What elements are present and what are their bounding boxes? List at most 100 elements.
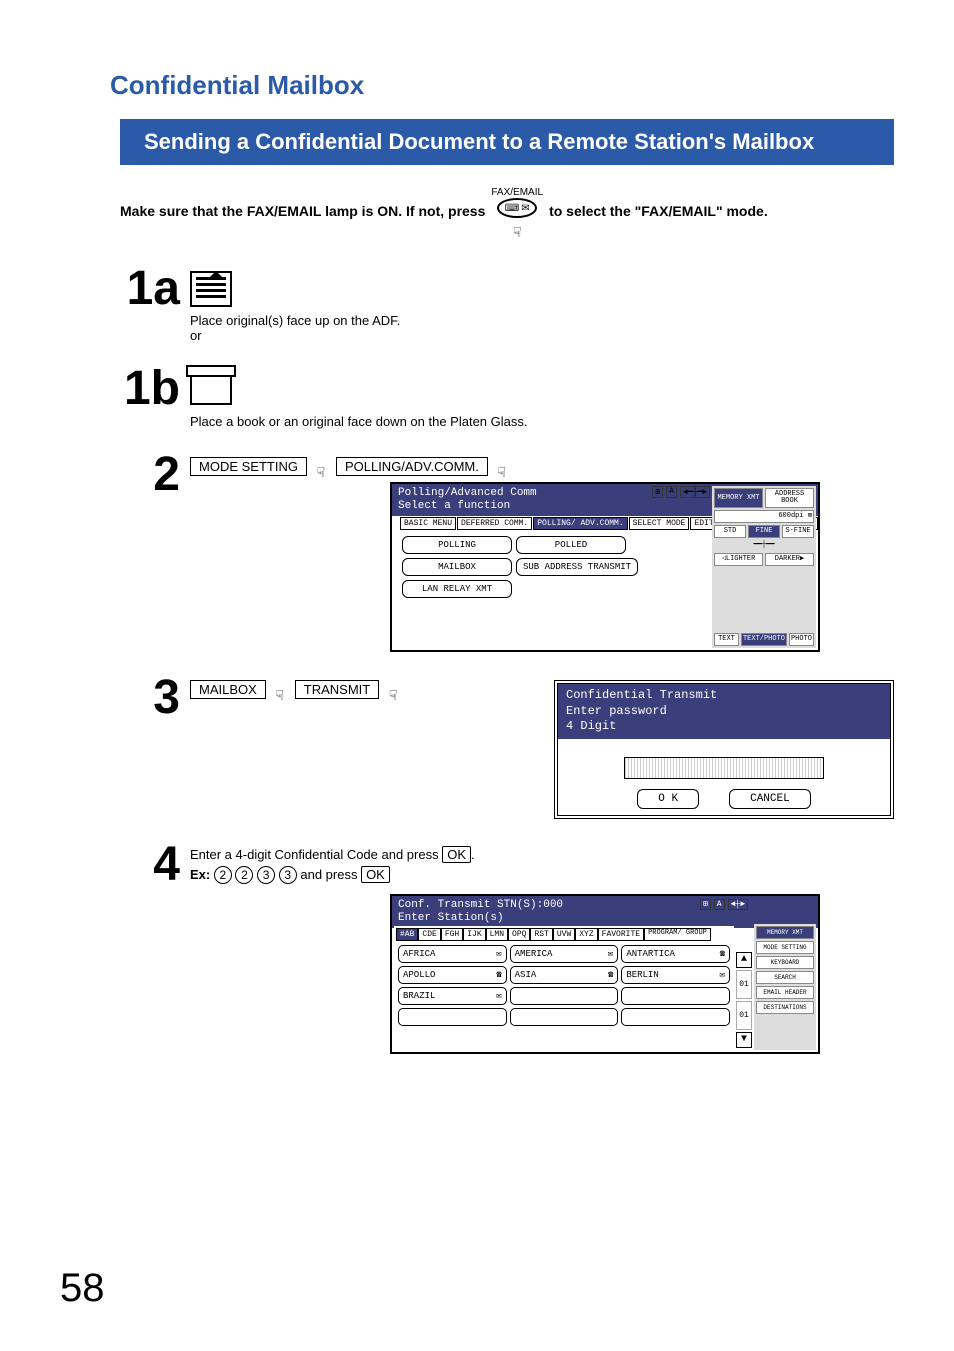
- fine-button[interactable]: FINE: [748, 525, 780, 538]
- lan-relay-xmt-button[interactable]: LAN RELAY XMT: [402, 580, 512, 598]
- polling-screen: Polling/Advanced Comm Select a function …: [390, 482, 820, 652]
- station-label: APOLLO: [403, 970, 435, 980]
- step-1a-text: Place original(s) face up on the ADF.: [190, 313, 894, 328]
- fax-icon: ☎: [496, 970, 501, 980]
- lighter-button[interactable]: ◁ LIGHTER: [714, 553, 763, 566]
- addr-tab[interactable]: XYZ: [575, 928, 597, 941]
- slider-icon: ◄┼►: [728, 899, 748, 911]
- scroll-down-button[interactable]: ▼: [736, 1032, 752, 1048]
- station-empty[interactable]: [621, 1008, 730, 1026]
- tab-basic-menu[interactable]: BASIC MENU: [400, 517, 456, 530]
- a-icon: A: [714, 899, 725, 911]
- page-number: 58: [60, 1266, 105, 1311]
- side-panel: MEMORY XMTADDRESS BOOK 600dpi ⊠ STDFINES…: [712, 486, 816, 648]
- addr-tab[interactable]: FGH: [441, 928, 463, 941]
- scroll-total: 01: [736, 1001, 752, 1030]
- step-4-number: 4: [110, 841, 190, 1054]
- password-input[interactable]: [624, 757, 824, 779]
- email-header-button[interactable]: EMAIL HEADER: [756, 986, 814, 999]
- tab-select-mode[interactable]: SELECT MODE: [629, 517, 690, 530]
- darker-button[interactable]: DARKER ▶: [765, 553, 814, 566]
- digit-3: 3: [279, 866, 297, 884]
- station-empty[interactable]: [510, 1008, 619, 1026]
- station-brazil[interactable]: BRAZIL✉: [398, 987, 507, 1005]
- dialog-ok-button[interactable]: O K: [637, 789, 699, 809]
- keyboard-button[interactable]: KEYBOARD: [756, 956, 814, 969]
- screen2-subtitle: Enter Station(s): [398, 912, 812, 925]
- station-asia[interactable]: ASIA☎: [510, 966, 619, 984]
- step-1a-number: 1a: [110, 265, 190, 343]
- station-berlin[interactable]: BERLIN✉: [621, 966, 730, 984]
- step4-period: .: [471, 847, 475, 862]
- memory-xmt-button[interactable]: MEMORY XMT: [714, 488, 763, 508]
- scroll-pos: 01: [736, 970, 752, 999]
- ok-key[interactable]: OK: [442, 846, 471, 863]
- search-button[interactable]: SEARCH: [756, 971, 814, 984]
- polling-advcomm-button[interactable]: POLLING/ADV.COMM.: [336, 457, 488, 476]
- step-2-number: 2: [110, 451, 190, 652]
- station-apollo[interactable]: APOLLO ☎: [398, 966, 507, 984]
- sub-address-transmit-button[interactable]: SUB ADDRESS TRANSMIT: [516, 558, 638, 576]
- faxemail-icon: FAX/EMAIL ⌨✉ ☟: [491, 187, 543, 235]
- addr-tab-program[interactable]: PROGRAM/ GROUP: [644, 928, 711, 941]
- station-label: ANTARTICA: [626, 949, 675, 959]
- grid-icon: ⊞: [652, 486, 663, 498]
- mode-setting-button[interactable]: MODE SETTING: [756, 941, 814, 954]
- addr-tab[interactable]: CDE: [418, 928, 440, 941]
- polling-button[interactable]: POLLING: [402, 536, 512, 554]
- addr-tab[interactable]: UVW: [553, 928, 575, 941]
- address-book-button[interactable]: ADDRESS BOOK: [765, 488, 814, 508]
- addr-tab[interactable]: IJK: [463, 928, 485, 941]
- and-press-text: and press: [300, 867, 361, 882]
- std-button[interactable]: STD: [714, 525, 746, 538]
- mode-setting-button[interactable]: MODE SETTING: [190, 457, 307, 476]
- digit-2: 2: [214, 866, 232, 884]
- scroll-up-button[interactable]: ▲: [736, 952, 752, 968]
- platen-icon: [190, 371, 232, 405]
- confidential-dialog: Confidential Transmit Enter password 4 D…: [554, 680, 894, 819]
- addr-tab[interactable]: RST: [530, 928, 552, 941]
- step-1b-number: 1b: [110, 365, 190, 429]
- digit-3: 3: [257, 866, 275, 884]
- transmit-softbutton[interactable]: TRANSMIT: [295, 680, 379, 699]
- step4-text1: Enter a 4-digit Confidential Code and pr…: [190, 847, 442, 862]
- transmit-softbutton-label: TRANSMIT: [304, 682, 370, 697]
- station-empty[interactable]: [621, 987, 730, 1005]
- fax-icon: ☎: [608, 970, 613, 980]
- station-label: AMERICA: [515, 949, 553, 959]
- digit-2: 2: [235, 866, 253, 884]
- mailbox-softbutton[interactable]: MAILBOX: [190, 680, 266, 699]
- station-empty[interactable]: [510, 987, 619, 1005]
- mailbox-softbutton-label: MAILBOX: [199, 682, 257, 697]
- polled-button[interactable]: POLLED: [516, 536, 626, 554]
- fax-icon: ☎: [720, 949, 725, 959]
- addr-tab-ab[interactable]: #AB: [396, 928, 418, 941]
- textphoto-button[interactable]: TEXT/PHOTO: [741, 633, 787, 646]
- dialog-line3: 4 Digit: [566, 719, 882, 735]
- addr-tab[interactable]: OPQ: [508, 928, 530, 941]
- sfine-button[interactable]: S-FINE: [782, 525, 814, 538]
- dialog-cancel-button[interactable]: CANCEL: [729, 789, 811, 809]
- grid-icon: ⊞: [700, 899, 711, 911]
- adf-icon: [190, 271, 232, 307]
- addr-tab[interactable]: LMN: [486, 928, 508, 941]
- addr-tab-favorite[interactable]: FAVORITE: [598, 928, 644, 941]
- photo-button[interactable]: PHOTO: [789, 633, 814, 646]
- screen2-title: Conf. Transmit STN(S):000: [398, 899, 812, 912]
- memory-xmt-button[interactable]: MEMORY XMT: [756, 926, 814, 939]
- station-empty[interactable]: [398, 1008, 507, 1026]
- station-antartica[interactable]: ANTARTICA ☎: [621, 945, 730, 963]
- tab-deferred-comm[interactable]: DEFERRED COMM.: [457, 517, 532, 530]
- ok-key[interactable]: OK: [361, 866, 390, 883]
- station-america[interactable]: AMERICA✉: [510, 945, 619, 963]
- hand-icon: ☟: [497, 464, 506, 481]
- step-3-number: 3: [110, 674, 190, 819]
- slider-icon: ◄━┼━►: [680, 486, 710, 498]
- text-button[interactable]: TEXT: [714, 633, 739, 646]
- station-africa[interactable]: AFRICA✉: [398, 945, 507, 963]
- destinations-button[interactable]: DESTINATIONS: [756, 1001, 814, 1014]
- mail-icon: ✉: [496, 949, 501, 959]
- tab-polling-advcomm[interactable]: POLLING/ ADV.COMM.: [533, 517, 627, 530]
- mailbox-button[interactable]: MAILBOX: [402, 558, 512, 576]
- page-title: Confidential Mailbox: [110, 70, 894, 101]
